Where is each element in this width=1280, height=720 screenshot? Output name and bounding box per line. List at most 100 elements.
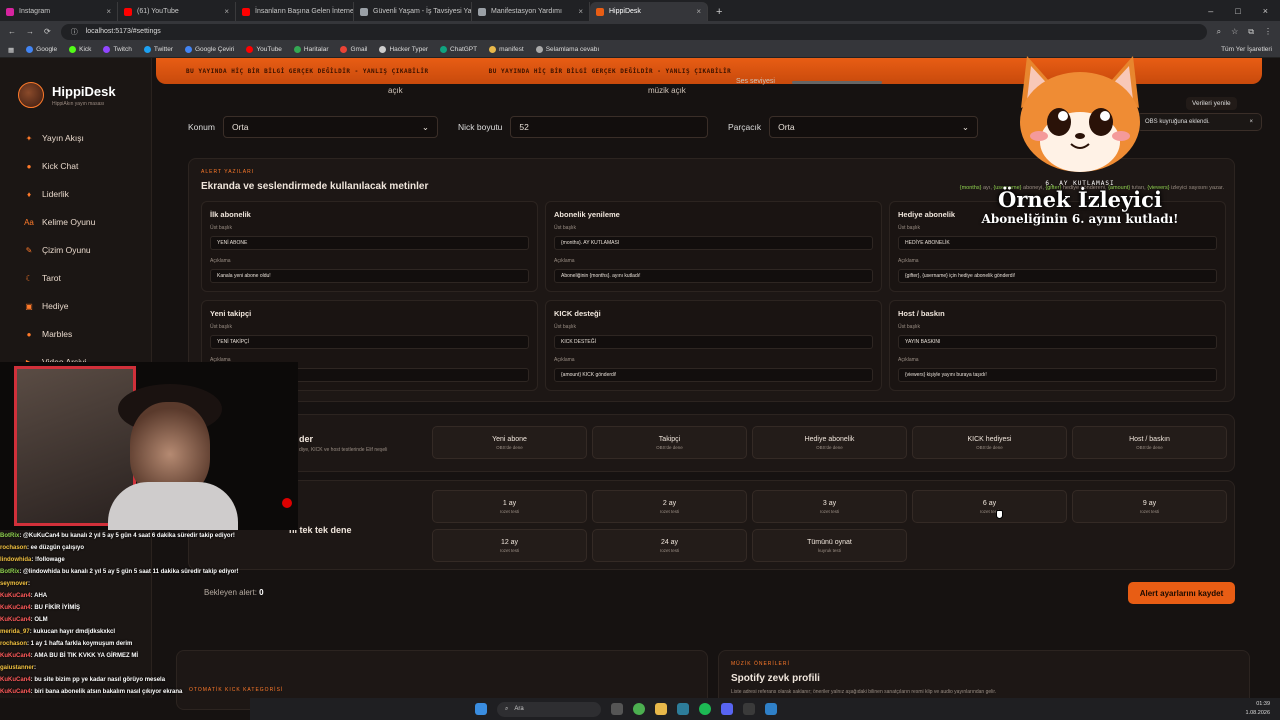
- bookmark-item[interactable]: YouTube: [246, 46, 282, 53]
- badge-test-button[interactable]: 24 ay rozet testi: [592, 529, 747, 562]
- zoom-icon[interactable]: ⌕: [1217, 27, 1221, 37]
- new-tab-icon[interactable]: +: [708, 2, 730, 21]
- close-icon[interactable]: ×: [696, 7, 701, 16]
- maximize-icon[interactable]: □: [1235, 6, 1240, 16]
- browser-tab[interactable]: Güvenli Yaşam - İş Tavsiyesi Yarı×: [354, 2, 472, 21]
- upper-input[interactable]: HEDİYE ABONELİK: [898, 236, 1217, 250]
- sidebar-item-0[interactable]: ✦ Yayın Akışı: [24, 124, 151, 152]
- terminal-icon[interactable]: [743, 703, 755, 715]
- taskview-icon[interactable]: [611, 703, 623, 715]
- browser-tab[interactable]: HippiDesk ×: [590, 2, 708, 21]
- button-label: 9 ay: [1142, 499, 1157, 507]
- forward-icon[interactable]: →: [26, 27, 34, 36]
- button-label: 3 ay: [822, 499, 837, 507]
- bookmark-item[interactable]: Kick: [69, 46, 91, 53]
- desc-input[interactable]: Kanala yeni abone oldu!: [210, 269, 529, 283]
- browser-tab[interactable]: (61) YouTube ×: [118, 2, 236, 21]
- obs-test-button[interactable]: Yeni abone OBS'de dene: [432, 426, 587, 459]
- bookmark-label: Haritalar: [303, 46, 329, 53]
- obs-test-button[interactable]: KICK hediyesi OBS'de dene: [912, 426, 1067, 459]
- sidebar-item-5[interactable]: ☾ Tarot: [24, 264, 151, 292]
- url-field[interactable]: ⓘ localhost:5173/#settings: [60, 23, 1207, 40]
- windows-start-icon[interactable]: [475, 703, 487, 715]
- chrome-icon[interactable]: [633, 703, 645, 715]
- chat-message: KuKuCan4: biri bana abonelik atsın bakal…: [0, 686, 250, 698]
- close-icon[interactable]: ×: [106, 7, 111, 16]
- close-icon[interactable]: ×: [224, 7, 229, 16]
- bookmark-item[interactable]: ChatGPT: [440, 46, 477, 53]
- back-icon[interactable]: ←: [8, 27, 16, 36]
- sidebar-item-6[interactable]: ▣ Hediye: [24, 292, 151, 320]
- vscode-icon[interactable]: [765, 703, 777, 715]
- folder-icon[interactable]: [655, 703, 667, 715]
- badge-test-button[interactable]: 3 ay rozet testi: [752, 490, 907, 523]
- close-icon[interactable]: ×: [1249, 119, 1253, 125]
- bookmark-item[interactable]: Selamlama cevabı: [535, 46, 599, 53]
- alert-card: KICK desteği Üst başlık KICK DESTEĞİ Açıkla…: [545, 300, 882, 391]
- button-sub: OBS'de dene: [976, 444, 1003, 450]
- button-label: Tümünü oynat: [807, 538, 852, 546]
- obs-test-button[interactable]: Host / baskın OBS'de dene: [1072, 426, 1227, 459]
- sidebar-item-label: Kelime Oyunu: [42, 217, 96, 227]
- upper-input[interactable]: {months}. AY KUTLAMASI: [554, 236, 873, 250]
- store-icon[interactable]: [677, 703, 689, 715]
- bookmark-item[interactable]: Twitter: [143, 46, 173, 53]
- close-icon[interactable]: ×: [578, 7, 583, 16]
- desc-input[interactable]: {amount} KICK gönderdi!: [554, 368, 873, 382]
- browser-tab[interactable]: İnsanların Başına Gelen İnternet×: [236, 2, 354, 21]
- menu-icon[interactable]: ⋮: [1264, 27, 1272, 36]
- overlay-username: Örnek İzleyici: [998, 187, 1162, 212]
- desc-input[interactable]: Aboneliğinin {months}. ayını kutladı!: [554, 269, 873, 283]
- position-select[interactable]: Orta ⌄: [222, 116, 438, 138]
- desc-input[interactable]: {viewers} kişiyle yayını buraya taşıdı!: [898, 368, 1217, 382]
- bookmark-item[interactable]: Google Çeviri: [184, 46, 234, 53]
- upper-input[interactable]: KICK DESTEĞİ: [554, 335, 873, 349]
- desc-input[interactable]: {gifter}, {username} için hediye aboneli…: [898, 269, 1217, 283]
- bookmark-item[interactable]: Haritalar: [293, 46, 329, 53]
- particle-select[interactable]: Orta ⌄: [769, 116, 978, 138]
- upper-input[interactable]: YENİ ABONE: [210, 236, 529, 250]
- all-bookmarks[interactable]: Tüm Yer İşaretleri: [1221, 46, 1272, 53]
- sidebar-item-4[interactable]: ✎ Çizim Oyunu: [24, 236, 151, 264]
- obs-test-button[interactable]: Hediye abonelik OBS'de dene: [752, 426, 907, 459]
- nick-size-input[interactable]: 52: [510, 116, 708, 138]
- webcam-overlay: [0, 362, 298, 530]
- bookmark-item[interactable]: Google: [26, 46, 57, 53]
- close-window-icon[interactable]: ×: [1263, 6, 1268, 16]
- discord-icon[interactable]: [721, 703, 733, 715]
- star-icon[interactable]: ☆: [1231, 27, 1238, 36]
- sidebar-item-1[interactable]: ● Kick Chat: [24, 152, 151, 180]
- badge-test-button[interactable]: Tümünü oynat kuyruk testi: [752, 529, 907, 562]
- badge-test-button[interactable]: 2 ay rozet testi: [592, 490, 747, 523]
- browser-tab[interactable]: Manifestasyon Yardımı ×: [472, 2, 590, 21]
- bookmark-item[interactable]: Hacker Typer: [379, 46, 428, 53]
- refresh-data-button[interactable]: Verileri yenile: [1186, 97, 1237, 110]
- address-bar-row: ← → ⟳ ⓘ localhost:5173/#settings ⌕ ☆ ⧉ ⋮: [0, 21, 1280, 42]
- browser-tab[interactable]: Instagram ×: [0, 2, 118, 21]
- bookmark-item[interactable]: Gmail: [340, 46, 367, 53]
- toast: OBS kuyruğuna eklendi. ×: [1136, 113, 1262, 131]
- minimize-icon[interactable]: –: [1208, 6, 1213, 16]
- position-value: Orta: [231, 122, 249, 132]
- reload-icon[interactable]: ⟳: [44, 27, 51, 36]
- spotify-icon[interactable]: [699, 703, 711, 715]
- save-alert-settings-button[interactable]: Alert ayarlarını kaydet: [1128, 582, 1235, 604]
- badge-test-button[interactable]: 12 ay rozet testi: [432, 529, 587, 562]
- upper-input[interactable]: YAYIN BASKINI: [898, 335, 1217, 349]
- chevron-down-icon: ⌄: [961, 121, 969, 132]
- bookmark-item[interactable]: Twitch: [103, 46, 132, 53]
- upper-input[interactable]: YENİ TAKİPÇİ: [210, 335, 529, 349]
- extensions-icon[interactable]: ⧉: [1248, 27, 1254, 37]
- bookmark-item[interactable]: manifest: [489, 46, 524, 53]
- upper-label: Üst başlık: [898, 225, 920, 231]
- sidebar-item-3[interactable]: Aa Kelime Oyunu: [24, 208, 151, 236]
- taskbar-search[interactable]: ⌕ Ara: [497, 701, 601, 717]
- sidebar-item-2[interactable]: ♦ Liderlik: [24, 180, 151, 208]
- sidebar-item-7[interactable]: ● Marbles: [24, 320, 151, 348]
- volume-slider[interactable]: [792, 81, 882, 84]
- apps-icon[interactable]: ▦: [8, 46, 14, 54]
- badge-test-button[interactable]: 1 ay rozet testi: [432, 490, 587, 523]
- badge-test-button[interactable]: 9 ay rozet testi: [1072, 490, 1227, 523]
- obs-test-button[interactable]: Takipçi OBS'de dene: [592, 426, 747, 459]
- badge-test-button[interactable]: 6 ay rozet testi: [912, 490, 1067, 523]
